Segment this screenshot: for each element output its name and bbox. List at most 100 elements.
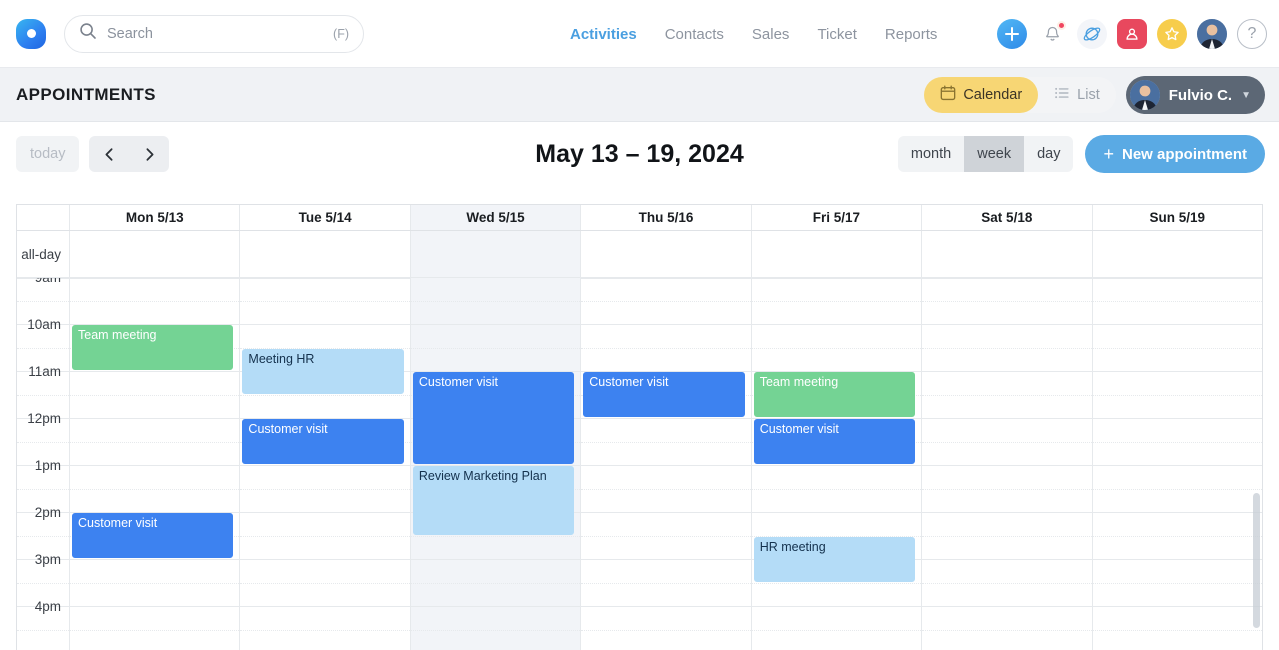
time-slot[interactable] [240, 278, 409, 325]
view-day-button[interactable]: day [1024, 136, 1073, 172]
day-column-3[interactable]: Customer visit [580, 278, 750, 650]
time-slot[interactable] [70, 466, 239, 513]
all-day-cell-4[interactable] [751, 231, 921, 277]
all-day-cell-5[interactable] [921, 231, 1091, 277]
user-avatar-icon[interactable] [1197, 19, 1227, 49]
calendar-event[interactable]: Team meeting [754, 372, 915, 417]
time-slot[interactable] [922, 560, 1091, 607]
time-slot[interactable] [581, 419, 750, 466]
time-slot[interactable] [1093, 419, 1262, 466]
nav-item-contacts[interactable]: Contacts [665, 26, 724, 43]
time-slot[interactable] [411, 560, 580, 607]
time-slot[interactable] [240, 607, 409, 650]
time-slot[interactable] [922, 325, 1091, 372]
calendar-scroll-area[interactable]: 9am10am11am12pm1pm2pm3pm4pm Team meeting… [17, 278, 1262, 650]
time-slot[interactable] [1093, 325, 1262, 372]
day-column-1[interactable]: Meeting HR Customer visit [239, 278, 409, 650]
time-slot[interactable] [70, 560, 239, 607]
all-day-cell-2[interactable] [410, 231, 580, 277]
time-slot[interactable] [240, 560, 409, 607]
prev-week-button[interactable] [89, 136, 129, 172]
time-slot[interactable] [70, 607, 239, 650]
next-week-button[interactable] [129, 136, 169, 172]
time-slot[interactable] [70, 419, 239, 466]
time-slot[interactable] [922, 419, 1091, 466]
time-slot[interactable] [752, 466, 921, 513]
view-week-button[interactable]: week [964, 136, 1024, 172]
toggle-calendar-label: Calendar [963, 87, 1022, 103]
calendar-event[interactable]: Customer visit [242, 419, 403, 464]
help-question-icon[interactable]: ? [1237, 19, 1267, 49]
calendar-event[interactable]: Customer visit [583, 372, 744, 417]
time-slot[interactable] [411, 325, 580, 372]
vertical-scrollbar[interactable] [1253, 493, 1260, 628]
today-button[interactable]: today [16, 136, 79, 172]
time-slot[interactable] [1093, 372, 1262, 419]
all-day-cell-0[interactable] [69, 231, 239, 277]
day-column-5[interactable] [921, 278, 1091, 650]
day-column-0[interactable]: Team meeting Customer visit [69, 278, 239, 650]
calendar-toolbar: today May 13 – 19, 2024 month week day +… [0, 122, 1279, 186]
star-favorite-icon[interactable] [1157, 19, 1187, 49]
time-slot[interactable] [922, 278, 1091, 325]
calendar-event[interactable]: Customer visit [413, 372, 574, 464]
nav-item-activities[interactable]: Activities [570, 26, 637, 43]
time-slot[interactable] [752, 325, 921, 372]
time-slot[interactable] [70, 372, 239, 419]
time-slot[interactable] [581, 560, 750, 607]
calendar-event[interactable]: Team meeting [72, 325, 233, 370]
day-column-2[interactable]: Customer visit Review Marketing Plan [410, 278, 580, 650]
day-header-row: Mon 5/13 Tue 5/14 Wed 5/15 Thu 5/16 Fri … [17, 205, 1262, 231]
time-slot[interactable] [411, 607, 580, 650]
nav-item-reports[interactable]: Reports [885, 26, 938, 43]
all-day-cell-3[interactable] [580, 231, 750, 277]
new-appointment-button[interactable]: + New appointment [1085, 135, 1265, 173]
time-slot[interactable] [1093, 560, 1262, 607]
user-menu-chip[interactable]: Fulvio C. ▼ [1126, 76, 1265, 114]
search-input[interactable] [107, 26, 325, 42]
user-circle-icon[interactable] [1117, 19, 1147, 49]
time-slot[interactable] [240, 466, 409, 513]
time-slot[interactable] [752, 278, 921, 325]
globe-planet-icon[interactable] [1077, 19, 1107, 49]
time-slot[interactable] [922, 607, 1091, 650]
toggle-calendar-view[interactable]: Calendar [924, 77, 1038, 113]
time-slot[interactable] [922, 372, 1091, 419]
nav-item-sales[interactable]: Sales [752, 26, 790, 43]
time-slot[interactable] [581, 466, 750, 513]
add-plus-icon[interactable] [997, 19, 1027, 49]
app-logo-icon[interactable] [16, 19, 46, 49]
day-column-4[interactable]: Team meetingCustomer visit HR meeting [751, 278, 921, 650]
day-column-6[interactable] [1092, 278, 1262, 650]
time-slot[interactable] [1093, 513, 1262, 560]
calendar-event[interactable]: Customer visit [754, 419, 915, 464]
time-slot[interactable] [240, 513, 409, 560]
calendar-event[interactable]: HR meeting [754, 537, 915, 582]
time-slot[interactable] [1093, 607, 1262, 650]
time-slot[interactable] [922, 513, 1091, 560]
day-column-header-0: Mon 5/13 [69, 205, 239, 230]
calendar-event[interactable]: Meeting HR [242, 349, 403, 394]
calendar-event[interactable]: Customer visit [72, 513, 233, 558]
time-slot[interactable] [1093, 466, 1262, 513]
calendar-event[interactable]: Review Marketing Plan [413, 466, 574, 535]
time-slot[interactable] [752, 607, 921, 650]
toggle-list-view[interactable]: List [1038, 77, 1116, 113]
calendar-list-toggle: Calendar List [924, 77, 1115, 113]
nav-item-ticket[interactable]: Ticket [817, 26, 856, 43]
time-slot[interactable] [922, 466, 1091, 513]
time-slot[interactable] [581, 278, 750, 325]
time-slot[interactable] [581, 325, 750, 372]
notification-bell-icon[interactable] [1037, 19, 1067, 49]
all-day-cell-6[interactable] [1092, 231, 1262, 277]
view-month-button[interactable]: month [898, 136, 964, 172]
search-box[interactable]: (F) [64, 15, 364, 53]
time-slot[interactable] [581, 607, 750, 650]
time-slot[interactable] [1093, 278, 1262, 325]
time-slot[interactable] [411, 278, 580, 325]
time-slot[interactable] [70, 278, 239, 325]
time-slot[interactable] [581, 513, 750, 560]
all-day-cell-1[interactable] [239, 231, 409, 277]
view-mode-switcher: month week day [898, 136, 1074, 172]
event-title: Review Marketing Plan [419, 469, 569, 484]
